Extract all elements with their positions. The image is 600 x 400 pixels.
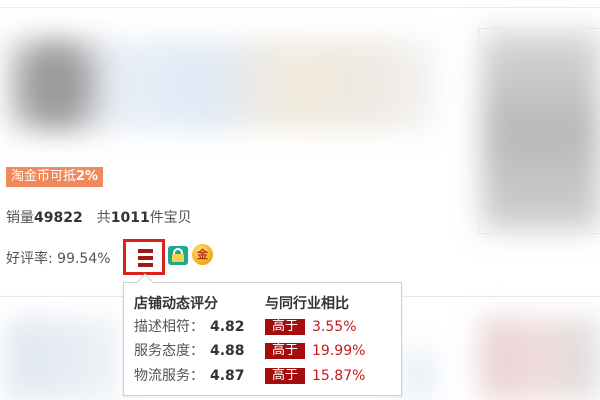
shop-image-frame xyxy=(478,28,600,234)
dsr-label: 服务态度： xyxy=(134,343,204,359)
compare-percent: 19.99% xyxy=(312,343,366,359)
dsr-label: 描述相符： xyxy=(134,319,204,335)
compare-badge: 高于 xyxy=(265,368,306,384)
sold-label: 销量 xyxy=(6,210,34,226)
dsr-row-description: 描述相符： 4.82 高于 3.55% xyxy=(134,317,357,337)
dsr-score: 4.82 xyxy=(210,319,245,335)
blurred-next-image-mid xyxy=(404,350,434,400)
dsr-score: 4.87 xyxy=(210,368,245,384)
taojinbi-promo-tag: 淘金币可抵2% xyxy=(6,167,104,187)
dsr-score-popup: 店铺动态评分 与同行业相比 描述相符： 4.82 高于 3.55% 服务态度： 4.88… xyxy=(123,273,402,396)
items-prefix: 共 xyxy=(96,210,111,226)
blurred-product-thumb xyxy=(20,50,90,120)
sold-count: 49822 xyxy=(34,210,83,226)
items-count: 1011 xyxy=(110,210,150,226)
blurred-next-image-right xyxy=(480,318,600,400)
promo-text: 淘金币可抵 xyxy=(11,169,77,184)
items-suffix: 件宝贝 xyxy=(149,210,192,226)
dsr-title: 店铺动态评分 xyxy=(134,296,218,312)
gold-medal-icon[interactable]: 金 xyxy=(192,244,213,265)
positive-rating: 好评率: 99.54% xyxy=(6,251,111,267)
compare-badge: 高于 xyxy=(265,319,306,335)
compare-badge: 高于 xyxy=(265,343,306,359)
blurred-next-image-left xyxy=(6,318,120,400)
compare-percent: 3.55% xyxy=(312,319,357,335)
dsr-score: 4.88 xyxy=(210,343,245,359)
dsr-row-logistics: 物流服务： 4.87 高于 15.87% xyxy=(134,366,365,386)
dsr-menu-button[interactable] xyxy=(123,239,165,275)
previous-listing-edge xyxy=(0,0,600,8)
shopping-bag-icon[interactable] xyxy=(168,246,188,265)
dsr-row-service: 服务态度： 4.88 高于 19.99% xyxy=(134,341,365,361)
promo-percent: 2% xyxy=(76,169,99,184)
popup-arrow xyxy=(136,273,154,291)
sales-info: 销量49822 共1011件宝贝 xyxy=(6,207,192,227)
dsr-label: 物流服务： xyxy=(134,368,204,384)
compare-percent: 15.87% xyxy=(312,368,366,384)
compare-title: 与同行业相比 xyxy=(265,296,349,312)
